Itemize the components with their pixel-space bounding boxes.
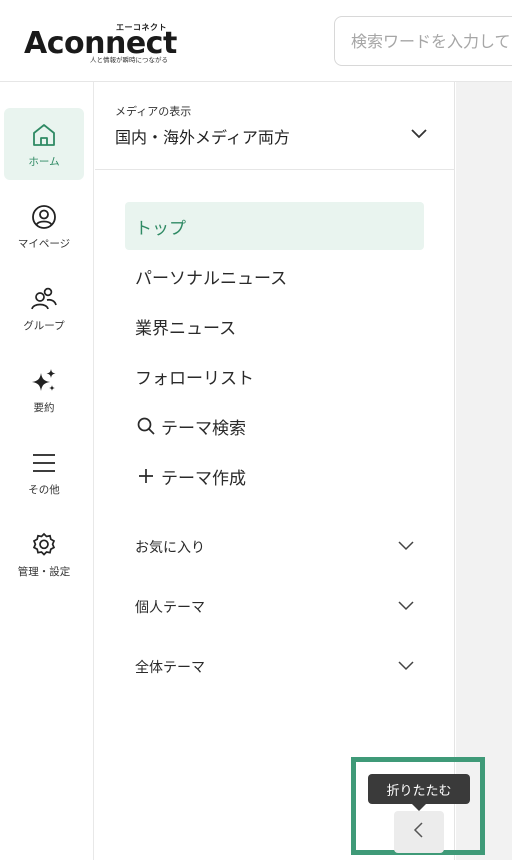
nav-item-theme-create[interactable]: テーマ作成: [125, 452, 424, 500]
section-label: 個人テーマ: [135, 600, 205, 616]
nav-item-theme-search[interactable]: テーマ検索: [125, 402, 424, 450]
nav-item-label: テーマ検索: [161, 418, 246, 439]
search-icon: [135, 415, 157, 437]
app-header: エーコネクト Aconnect 人と情報が瞬時につながる: [0, 0, 512, 82]
logo-tagline: 人と情報が瞬時につながる: [90, 56, 168, 64]
nav-item-personal-news[interactable]: パーソナルニュース: [125, 252, 424, 300]
menu-icon: [29, 448, 59, 478]
chevron-down-icon: [409, 126, 429, 140]
home-icon: [29, 120, 59, 150]
rail-item-label: その他: [28, 483, 60, 496]
section-label: お気に入り: [135, 540, 205, 556]
rail-item-label: 要約: [33, 401, 55, 414]
rail-item-group[interactable]: グループ: [4, 272, 84, 344]
left-rail: ホーム マイページ グループ 要約 その他 管理・設定: [0, 82, 94, 860]
nav-item-label: 業界ニュース: [135, 318, 237, 339]
gear-icon: [29, 530, 59, 560]
section-all-themes[interactable]: 全体テーマ: [125, 647, 425, 687]
plus-icon: [135, 465, 157, 487]
sparkle-icon: [29, 366, 59, 396]
nav-item-label: テーマ作成: [161, 468, 246, 489]
tooltip-tail: [412, 804, 426, 811]
nav-item-top[interactable]: トップ: [125, 202, 424, 250]
rail-item-label: 管理・設定: [17, 565, 71, 578]
content-gutter: [456, 82, 512, 860]
rail-item-label: ホーム: [28, 155, 60, 168]
menu-panel: メディアの表示 国内・海外メディア両方 トップ パーソナルニュース 業界ニュース…: [95, 82, 455, 860]
chevron-down-icon: [397, 660, 415, 672]
nav-item-follow-list[interactable]: フォローリスト: [125, 352, 424, 400]
rail-item-label: グループ: [23, 319, 65, 332]
aconnect-logo[interactable]: エーコネクト Aconnect 人と情報が瞬時につながる: [24, 18, 184, 66]
nav-item-label: トップ: [135, 218, 186, 239]
search-box: [334, 16, 512, 66]
media-display-caption: メディアの表示: [115, 105, 192, 118]
nav-item-label: フォローリスト: [135, 368, 254, 389]
nav-item-industry-news[interactable]: 業界ニュース: [125, 302, 424, 350]
chevron-down-icon: [397, 540, 415, 552]
rail-item-settings[interactable]: 管理・設定: [4, 518, 84, 590]
nav-item-label: パーソナルニュース: [135, 268, 288, 289]
group-icon: [29, 284, 59, 314]
section-favorites[interactable]: お気に入り: [125, 527, 425, 567]
rail-item-mypage[interactable]: マイページ: [4, 190, 84, 262]
section-personal-themes[interactable]: 個人テーマ: [125, 587, 425, 627]
user-circle-icon: [29, 202, 59, 232]
search-input[interactable]: [335, 17, 512, 65]
collapse-tooltip: 折りたたむ: [368, 774, 470, 804]
rail-item-other[interactable]: その他: [4, 436, 84, 508]
rail-item-summary[interactable]: 要約: [4, 354, 84, 426]
chevron-down-icon: [397, 600, 415, 612]
rail-item-home[interactable]: ホーム: [4, 108, 84, 180]
section-label: 全体テーマ: [135, 660, 205, 676]
rail-item-label: マイページ: [17, 237, 71, 250]
media-display-select[interactable]: メディアの表示 国内・海外メディア両方: [95, 82, 455, 170]
collapse-button[interactable]: [394, 811, 444, 853]
media-display-value: 国内・海外メディア両方: [115, 128, 290, 147]
chevron-left-icon: [412, 821, 426, 843]
